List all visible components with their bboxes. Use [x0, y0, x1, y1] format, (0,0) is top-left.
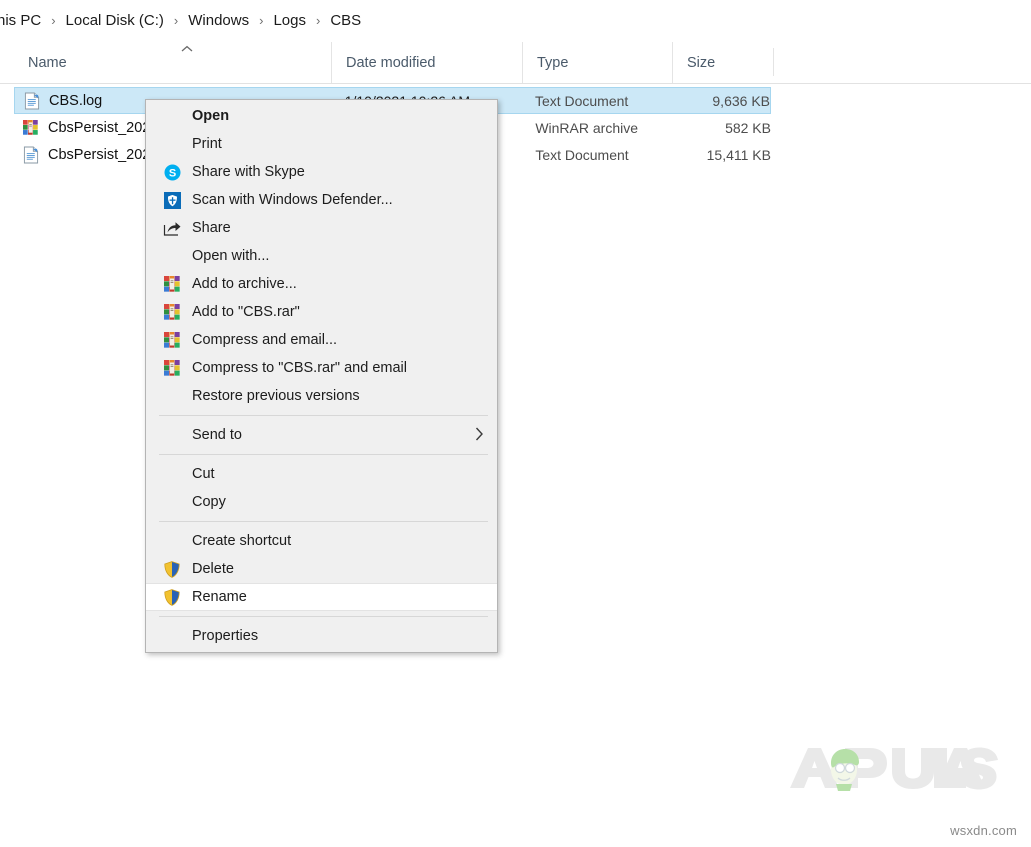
context-menu[interactable]: Open Print S Share with Skype Scan with Wind… [145, 99, 498, 653]
menu-separator [159, 415, 488, 416]
breadcrumb-item-cbs[interactable]: CBS [327, 10, 364, 31]
breadcrumb-separator: › [51, 12, 56, 28]
winrar-icon [161, 274, 183, 294]
menu-item-scan-with-windows-defender[interactable]: Scan with Windows Defender... [146, 186, 497, 214]
menu-item-compress-and-email[interactable]: Compress and email... [146, 326, 497, 354]
menu-item-label: Copy [192, 494, 226, 510]
column-header-row: Name Date modified Type Size [0, 42, 1031, 84]
menu-icon-placeholder [161, 531, 183, 551]
menu-item-label: Add to "CBS.rar" [192, 304, 300, 320]
menu-item-cut[interactable]: Cut [146, 460, 497, 488]
menu-item-open-with[interactable]: Open with... [146, 242, 497, 270]
menu-icon-placeholder [161, 246, 183, 266]
uac-shield-icon [161, 559, 183, 579]
menu-item-label: Delete [192, 561, 234, 577]
breadcrumb-separator: › [315, 12, 321, 28]
menu-item-send-to[interactable]: Send to [146, 421, 497, 449]
breadcrumb-separator: › [259, 12, 264, 28]
menu-item-label: Properties [192, 628, 259, 644]
winrar-icon [161, 330, 183, 350]
text-document-icon [23, 146, 39, 164]
chevron-right-icon [474, 426, 484, 442]
file-name-label: CBS.log [49, 92, 103, 109]
menu-item-label: Open with... [192, 248, 270, 264]
menu-icon-placeholder [161, 492, 183, 512]
menu-item-label: Create shortcut [192, 533, 292, 549]
breadcrumb-item-his-pc[interactable]: his PC [0, 10, 44, 31]
menu-icon-placeholder [161, 386, 183, 406]
breadcrumb-item-windows[interactable]: Windows [185, 10, 252, 31]
file-type-cell: Text Document [535, 146, 629, 163]
menu-item-share[interactable]: Share [146, 214, 497, 242]
menu-item-share-with-skype[interactable]: S Share with Skype [146, 158, 497, 186]
menu-item-label: Share with Skype [192, 164, 305, 180]
uac-shield-icon [161, 587, 183, 607]
menu-item-copy[interactable]: Copy [146, 488, 497, 516]
menu-item-properties[interactable]: Properties [146, 622, 497, 650]
skype-icon: S [161, 162, 183, 182]
column-header-date-modified[interactable]: Date modified [331, 42, 522, 83]
menu-item-compress-to-cbs-rar-and-email[interactable]: Compress to "CBS.rar" and email [146, 354, 497, 382]
menu-item-print[interactable]: Print [146, 130, 497, 158]
file-size-cell: 9,636 KB [712, 92, 770, 109]
menu-icon-placeholder [161, 626, 183, 646]
svg-text:S: S [168, 167, 175, 179]
chevron-up-icon [178, 44, 196, 54]
column-header-type[interactable]: Type [522, 42, 672, 83]
winrar-icon [161, 302, 183, 322]
column-header-name-label: Name [28, 54, 67, 71]
file-name-label: CbsPersist_202 [48, 146, 151, 163]
column-header-date-modified-label: Date modified [346, 54, 436, 71]
column-header-size-label: Size [687, 54, 716, 71]
file-size-cell: 15,411 KB [706, 146, 771, 163]
breadcrumb[interactable]: his PC › Local Disk (C:) › Windows › Logs › CBS [0, 0, 1031, 40]
menu-item-label: Scan with Windows Defender... [192, 192, 393, 208]
wsxdn-watermark: wsxdn.com [950, 823, 1017, 838]
column-divider [773, 48, 774, 76]
menu-item-label: Compress to "CBS.rar" and email [192, 360, 407, 376]
menu-item-label: Open [192, 108, 230, 124]
menu-item-delete[interactable]: Delete [146, 555, 497, 583]
file-size-cell: 582 KB [725, 119, 771, 136]
menu-icon-placeholder [161, 425, 183, 445]
menu-icon-placeholder [161, 106, 183, 126]
menu-item-label: Print [192, 136, 222, 152]
menu-item-label: Rename [192, 589, 247, 605]
menu-item-label: Share [192, 220, 231, 236]
column-header-size[interactable]: Size [672, 42, 773, 83]
file-type-cell: WinRAR archive [535, 119, 639, 136]
menu-item-label: Compress and email... [192, 332, 338, 348]
menu-item-label: Cut [192, 466, 215, 482]
menu-item-rename[interactable]: Rename [146, 583, 497, 611]
menu-item-label: Restore previous versions [192, 388, 360, 404]
column-header-name[interactable]: Name [14, 42, 331, 83]
menu-item-add-to-cbs-rar[interactable]: Add to "CBS.rar" [146, 298, 497, 326]
menu-item-create-shortcut[interactable]: Create shortcut [146, 527, 497, 555]
windows-defender-icon [161, 190, 183, 210]
file-name-label: CbsPersist_202 [48, 119, 151, 136]
file-type-cell: Text Document [534, 92, 629, 109]
text-document-icon [24, 92, 40, 110]
share-icon [161, 218, 183, 238]
column-header-type-label: Type [537, 54, 569, 71]
appuals-watermark [786, 740, 1001, 792]
menu-item-open[interactable]: Open [146, 102, 497, 130]
breadcrumb-separator: › [173, 12, 179, 28]
winrar-archive-icon [23, 119, 39, 136]
menu-icon-placeholder [161, 464, 183, 484]
menu-separator [159, 454, 488, 455]
menu-icon-placeholder [161, 134, 183, 154]
menu-item-label: Send to [192, 427, 242, 443]
menu-separator [159, 616, 488, 617]
breadcrumb-item-logs[interactable]: Logs [270, 10, 309, 31]
menu-item-restore-previous-versions[interactable]: Restore previous versions [146, 382, 497, 410]
menu-item-label: Add to archive... [192, 276, 297, 292]
menu-separator [159, 521, 488, 522]
breadcrumb-item-local-disk-c[interactable]: Local Disk (C:) [63, 10, 167, 31]
menu-item-add-to-archive[interactable]: Add to archive... [146, 270, 497, 298]
winrar-icon [161, 358, 183, 378]
